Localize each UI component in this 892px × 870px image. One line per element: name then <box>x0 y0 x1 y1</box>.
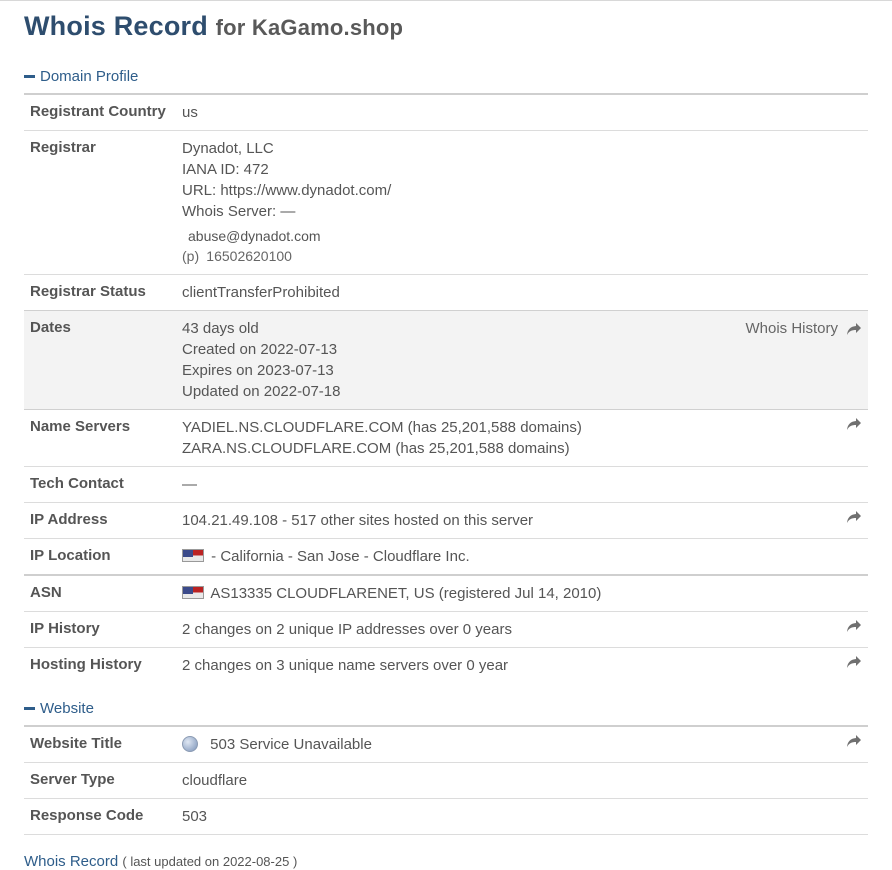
value-tech-contact: — <box>182 476 197 493</box>
dates-updated: Updated on 2022-07-18 <box>182 383 341 400</box>
value-registrar: Dynadot, LLC IANA ID: 472 URL: https://w… <box>176 131 868 275</box>
section-domain-profile-toggle[interactable]: Domain Profile <box>24 65 868 87</box>
section-website-toggle[interactable]: Website <box>24 697 868 719</box>
share-arrow-icon[interactable] <box>846 417 862 431</box>
label-registrant-country: Registrant Country <box>30 103 166 120</box>
share-arrow-icon[interactable] <box>846 734 862 748</box>
us-flag-icon <box>182 586 204 599</box>
section-domain-profile-title: Domain Profile <box>40 67 139 85</box>
row-website-title: Website Title 503 Service Unavailable <box>24 726 868 763</box>
row-ip-history: IP History 2 changes on 2 unique IP addr… <box>24 611 868 648</box>
value-ip-address-cell: 104.21.49.108 - 517 other sites hosted o… <box>176 503 868 539</box>
value-server-type: cloudflare <box>182 772 248 789</box>
page-title: Whois Record for KaGamo.shop <box>24 9 868 45</box>
value-asn-cell: AS13335 CLOUDFLARENET, US (registered Ju… <box>176 575 868 612</box>
footer-title: Whois Record <box>24 853 119 870</box>
registrar-email: abuse@dynadot.com <box>188 228 321 244</box>
us-flag-icon <box>182 549 204 562</box>
share-arrow-icon[interactable] <box>846 619 862 633</box>
label-response-code: Response Code <box>30 807 144 824</box>
label-tech-contact: Tech Contact <box>30 475 124 492</box>
dates-expires: Expires on 2023-07-13 <box>182 362 334 379</box>
row-ip-location: IP Location - California - San Jose - Cl… <box>24 538 868 576</box>
label-website-title: Website Title <box>30 735 122 752</box>
value-registrant-country: us <box>182 104 198 121</box>
label-name-servers: Name Servers <box>30 418 131 435</box>
value-ip-address: 104.21.49.108 - 517 other sites hosted o… <box>182 512 534 529</box>
share-arrow-icon[interactable] <box>846 655 862 669</box>
value-name-servers: YADIEL.NS.CLOUDFLARE.COM (has 25,201,588… <box>176 410 868 467</box>
page: Whois Record for KaGamo.shop Domain Prof… <box>0 1 892 870</box>
row-registrant-country: Registrant Country us <box>24 94 868 131</box>
footer-updated: ( last updated on 2022-08-25 ) <box>122 854 298 869</box>
label-hosting-history: Hosting History <box>30 656 142 673</box>
label-dates: Dates <box>24 310 176 410</box>
label-asn: ASN <box>30 584 62 601</box>
dates-created: Created on 2022-07-13 <box>182 341 338 358</box>
label-registrar: Registrar <box>30 139 96 156</box>
row-response-code: Response Code 503 <box>24 798 868 835</box>
registrar-phone: 16502620100 <box>206 248 292 264</box>
label-registrar-status: Registrar Status <box>30 283 146 300</box>
minus-icon <box>24 74 35 78</box>
registrar-phone-prefix: (p) <box>182 248 200 264</box>
registrar-whois-server: Whois Server: — <box>182 203 296 220</box>
value-dates: 43 days old Created on 2022-07-13 Expire… <box>176 310 868 410</box>
value-response-code: 503 <box>182 808 208 825</box>
domain-profile-table: Registrant Country us Registrar Dynadot,… <box>24 93 868 683</box>
registrar-url: URL: https://www.dynadot.com/ <box>182 182 392 199</box>
row-registrar-status: Registrar Status clientTransferProhibite… <box>24 274 868 311</box>
whois-history-label: Whois History <box>745 320 838 337</box>
website-table: Website Title 503 Service Unavailable Se… <box>24 725 868 835</box>
name-server-2: ZARA.NS.CLOUDFLARE.COM (has 25,201,588 d… <box>182 440 570 457</box>
row-tech-contact: Tech Contact — <box>24 466 868 503</box>
whois-record-footer: Whois Record ( last updated on 2022-08-2… <box>24 853 868 870</box>
label-ip-history: IP History <box>30 620 100 637</box>
row-ip-address: IP Address 104.21.49.108 - 517 other sit… <box>24 502 868 539</box>
minus-icon <box>24 706 35 710</box>
share-arrow-icon[interactable] <box>846 510 862 524</box>
label-ip-location: IP Location <box>30 547 111 564</box>
value-hosting-history: 2 changes on 3 unique name servers over … <box>182 657 509 674</box>
label-server-type: Server Type <box>30 771 115 788</box>
row-hosting-history: Hosting History 2 changes on 3 unique na… <box>24 647 868 684</box>
row-asn: ASN AS13335 CLOUDFLARENET, US (registere… <box>24 575 868 612</box>
name-server-1: YADIEL.NS.CLOUDFLARE.COM (has 25,201,588… <box>182 419 582 436</box>
value-ip-location: - California - San Jose - Cloudflare Inc… <box>211 548 470 565</box>
section-website-title: Website <box>40 699 94 717</box>
value-ip-history-cell: 2 changes on 2 unique IP addresses over … <box>176 612 868 648</box>
label-ip-address: IP Address <box>30 511 108 528</box>
value-website-title-cell: 503 Service Unavailable <box>176 726 868 763</box>
registrar-name: Dynadot, LLC <box>182 140 274 157</box>
value-ip-location-cell: - California - San Jose - Cloudflare Inc… <box>176 539 868 576</box>
value-website-title: 503 Service Unavailable <box>210 736 372 753</box>
row-dates: Dates 43 days old Created on 2022-07-13 … <box>24 310 868 410</box>
page-title-domain: for KaGamo.shop <box>215 15 404 40</box>
row-name-servers: Name Servers YADIEL.NS.CLOUDFLARE.COM (h… <box>24 409 868 467</box>
row-registrar: Registrar Dynadot, LLC IANA ID: 472 URL:… <box>24 130 868 275</box>
value-hosting-history-cell: 2 changes on 3 unique name servers over … <box>176 648 868 684</box>
value-registrar-status: clientTransferProhibited <box>182 284 340 301</box>
page-title-main: Whois Record <box>24 11 208 41</box>
row-server-type: Server Type cloudflare <box>24 762 868 799</box>
globe-icon <box>182 736 198 752</box>
value-ip-history: 2 changes on 2 unique IP addresses over … <box>182 621 512 638</box>
registrar-iana: IANA ID: 472 <box>182 161 269 178</box>
value-asn: AS13335 CLOUDFLARENET, US (registered Ju… <box>210 585 602 602</box>
whois-history-link[interactable]: Whois History <box>745 318 862 339</box>
share-arrow-icon <box>847 322 861 335</box>
